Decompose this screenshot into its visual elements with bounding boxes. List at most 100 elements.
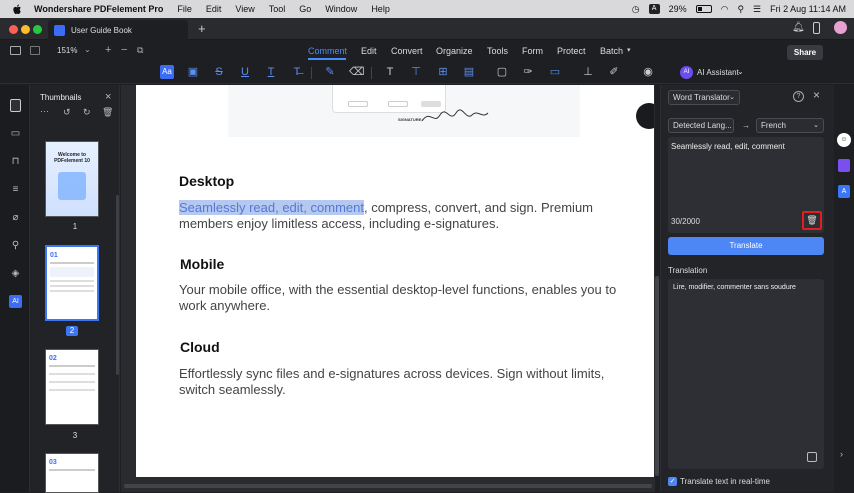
input-source-icon[interactable]: A [648, 4, 660, 14]
discord-icon[interactable]: ☺ [837, 133, 851, 147]
tab-form[interactable]: Form [522, 46, 543, 56]
tab-comment[interactable]: Comment [308, 46, 347, 56]
translate-icon[interactable]: A [838, 185, 850, 198]
tab-organize[interactable]: Organize [436, 46, 473, 56]
time-machine-icon[interactable]: ◷ [632, 4, 640, 15]
check-doc-icon[interactable] [838, 159, 850, 172]
menu-go[interactable]: Go [299, 4, 311, 14]
horizontal-scrollbar[interactable] [124, 484, 652, 488]
rotate-right-icon[interactable]: ↻ [83, 107, 91, 118]
battery-icon[interactable] [695, 5, 712, 13]
page-thumbnails-icon[interactable] [10, 99, 21, 112]
control-center-icon[interactable]: ☰ [753, 4, 761, 15]
strikethrough-icon[interactable]: S [212, 65, 226, 79]
close-panel-icon[interactable]: × [813, 88, 820, 102]
signature-icon[interactable]: ✐ [607, 65, 621, 79]
attachment-icon[interactable]: ⌀ [9, 211, 22, 224]
vertical-scrollbar[interactable] [655, 276, 659, 476]
apple-icon[interactable] [12, 3, 22, 15]
thumbnail-page-2[interactable]: 01 [45, 245, 99, 321]
thumbnail-page-1[interactable]: Welcome to PDFelement 10 [45, 141, 99, 217]
close-window-button[interactable] [9, 25, 18, 34]
copy-icon[interactable] [807, 452, 817, 462]
menu-view[interactable]: View [235, 4, 254, 14]
zoom-dropdown-icon[interactable]: ⌄ [84, 45, 91, 54]
menu-tool[interactable]: Tool [269, 4, 286, 14]
zoom-level[interactable]: 151% [57, 46, 77, 55]
ai-assistant-icon[interactable]: AI [680, 66, 693, 79]
translation-output: Lire, modifier, commenter sans soudure [668, 279, 824, 469]
mobile-icon[interactable] [813, 22, 820, 34]
app-menu[interactable]: Wondershare PDFelement Pro [34, 4, 163, 14]
avatar[interactable] [834, 21, 847, 34]
zoom-out-icon[interactable]: − [121, 44, 127, 56]
delete-page-icon[interactable]: 🗑︎ [102, 107, 113, 118]
realtime-label: Translate text in real-time [680, 477, 770, 486]
shape-icon[interactable]: ▢ [495, 65, 509, 79]
new-tab-button[interactable]: + [198, 21, 206, 36]
eraser-icon[interactable]: ⌫ [349, 65, 365, 79]
layout-icon[interactable] [30, 46, 40, 55]
help-icon[interactable]: ? [793, 91, 804, 102]
pen-tool-icon[interactable]: ✑ [521, 65, 535, 79]
more-options-icon[interactable]: ··· [40, 106, 49, 116]
source-language-dropdown[interactable]: Detected Lang... [668, 118, 734, 133]
callout-icon[interactable]: ⊞ [436, 65, 450, 79]
menu-edit[interactable]: Edit [206, 4, 222, 14]
document-tab[interactable]: User Guide Book [48, 20, 188, 40]
squiggly-underline-icon[interactable]: T [264, 65, 278, 79]
zoom-window-button[interactable] [33, 25, 42, 34]
area-highlight-icon[interactable]: ▣ [186, 65, 200, 79]
tab-edit[interactable]: Edit [361, 46, 377, 56]
sticky-note-icon[interactable]: ▤ [462, 65, 476, 79]
layers-list-icon[interactable]: ≡ [9, 183, 22, 196]
pencil-icon[interactable]: ✎ [323, 65, 337, 79]
eye-icon[interactable]: ◉ [641, 65, 655, 79]
text-field-icon[interactable]: ⊤ [409, 65, 423, 79]
text-box-icon[interactable]: T [383, 65, 397, 79]
menu-window[interactable]: Window [325, 4, 357, 14]
ai-assistant-dropdown-icon[interactable]: ⌄ [737, 67, 744, 76]
target-language-dropdown[interactable]: French ⌄ [756, 118, 824, 133]
bell-icon[interactable]: 🔔︎ [792, 22, 805, 33]
collapse-arrow-icon[interactable]: › [840, 449, 843, 459]
tab-batch[interactable]: Batch [600, 46, 623, 56]
layers-icon[interactable]: ◈ [9, 267, 22, 280]
thumbnail-page-4[interactable]: 03 [45, 453, 99, 493]
menu-help[interactable]: Help [371, 4, 390, 14]
highlighted-selection[interactable]: Seamlessly read, edit, comment [179, 200, 364, 215]
stamp-icon[interactable]: ⊥ [581, 65, 595, 79]
bookmark-icon[interactable]: ⊓ [9, 155, 22, 168]
ai-tools-icon[interactable]: AI [9, 295, 22, 308]
floating-ai-button[interactable] [636, 103, 654, 129]
spotlight-search-icon[interactable]: ⚲ [737, 4, 744, 15]
source-text-input[interactable]: Seamlessly read, edit, comment 30/2000 🗑… [668, 137, 824, 233]
sidebar-toggle-icon[interactable] [10, 46, 21, 55]
tab-convert[interactable]: Convert [391, 46, 423, 56]
realtime-checkbox[interactable]: ✓ [668, 477, 677, 486]
zoom-in-icon[interactable]: + [105, 44, 111, 56]
clock[interactable]: Fri 2 Aug 11:14 AM [770, 4, 846, 14]
comments-icon[interactable]: ▭ [9, 127, 22, 140]
thumbnails-scrollbar[interactable] [116, 195, 119, 375]
rotate-left-icon[interactable]: ↺ [63, 107, 71, 118]
tab-protect[interactable]: Protect [557, 46, 586, 56]
wifi-icon[interactable]: ◠ [721, 4, 729, 15]
translator-mode-dropdown[interactable]: Word Translator ⌄ [668, 90, 740, 105]
translate-button[interactable]: Translate [668, 237, 824, 255]
underline-icon[interactable]: U [238, 65, 252, 79]
thumbnail-page-3[interactable]: 02 [45, 349, 99, 425]
tab-tools[interactable]: Tools [487, 46, 508, 56]
close-icon[interactable]: × [105, 91, 111, 103]
menu-file[interactable]: File [177, 4, 192, 14]
minimize-window-button[interactable] [21, 25, 30, 34]
share-button[interactable]: Share [787, 45, 823, 60]
search-icon[interactable]: ⚲ [9, 239, 22, 252]
ai-assistant-button[interactable]: AI Assistant [697, 68, 739, 77]
text-callout-icon[interactable]: T̶ [290, 65, 304, 79]
page-fit-icon[interactable]: ⧉ [137, 45, 143, 56]
clear-text-trash-icon[interactable]: 🗑︎ [802, 211, 822, 230]
highlight-text-icon[interactable]: Aa [160, 65, 174, 79]
measure-icon[interactable]: ▭ [548, 65, 562, 79]
document-page[interactable]: SIGNATURE: Desktop Seamlessly read, edit… [136, 85, 654, 477]
